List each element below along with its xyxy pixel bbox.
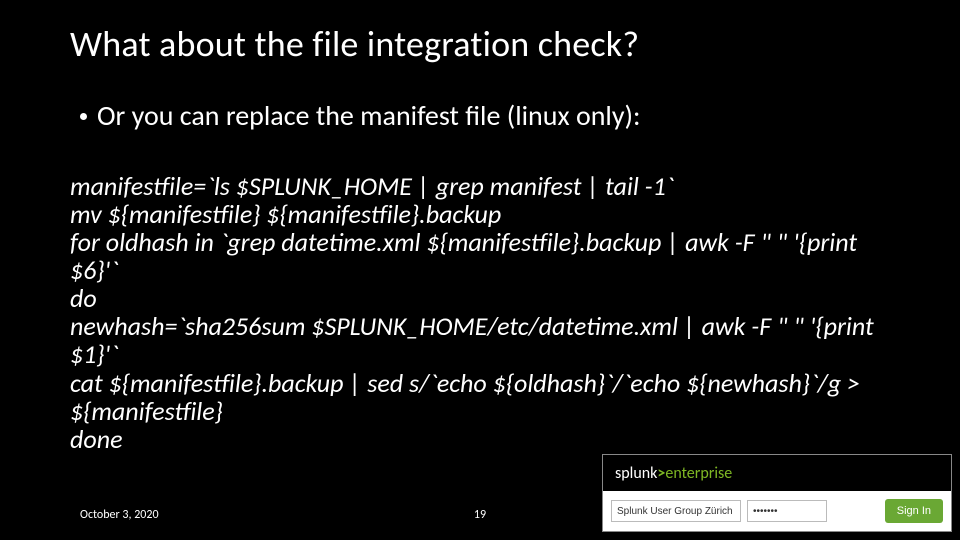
slide-title: What about the file integration check? <box>70 22 639 66</box>
password-field[interactable] <box>747 500 827 522</box>
splunk-logo-bar: splunk>enterprise <box>603 455 951 491</box>
code-line: newhash=`sha256sum $SPLUNK_HOME/etc/date… <box>70 312 890 368</box>
bullet-line: Or you can replace the manifest file (li… <box>80 98 641 133</box>
footer-page-number: 19 <box>474 508 486 522</box>
code-line: mv ${manifestfile} ${manifestfile}.backu… <box>70 200 890 228</box>
code-block: manifestfile=`ls $SPLUNK_HOME | grep man… <box>70 172 890 453</box>
login-form: Sign In <box>603 491 951 531</box>
code-line: manifestfile=`ls $SPLUNK_HOME | grep man… <box>70 172 890 200</box>
code-line: done <box>70 425 890 453</box>
code-line: for oldhash in `grep datetime.xml ${mani… <box>70 228 890 284</box>
logo-text: splunk <box>615 464 657 483</box>
splunk-login-widget: splunk>enterprise Sign In <box>602 454 952 532</box>
code-line: cat ${manifestfile}.backup | sed s/`echo… <box>70 369 890 425</box>
sign-in-button[interactable]: Sign In <box>885 499 943 523</box>
bullet-dot-icon <box>80 113 87 120</box>
footer-date: October 3, 2020 <box>80 508 159 522</box>
bullet-text: Or you can replace the manifest file (li… <box>97 98 641 133</box>
logo-enterprise-text: enterprise <box>665 464 732 483</box>
username-field[interactable] <box>611 500 741 522</box>
splunk-logo: splunk>enterprise <box>615 464 732 483</box>
code-line: do <box>70 284 890 312</box>
